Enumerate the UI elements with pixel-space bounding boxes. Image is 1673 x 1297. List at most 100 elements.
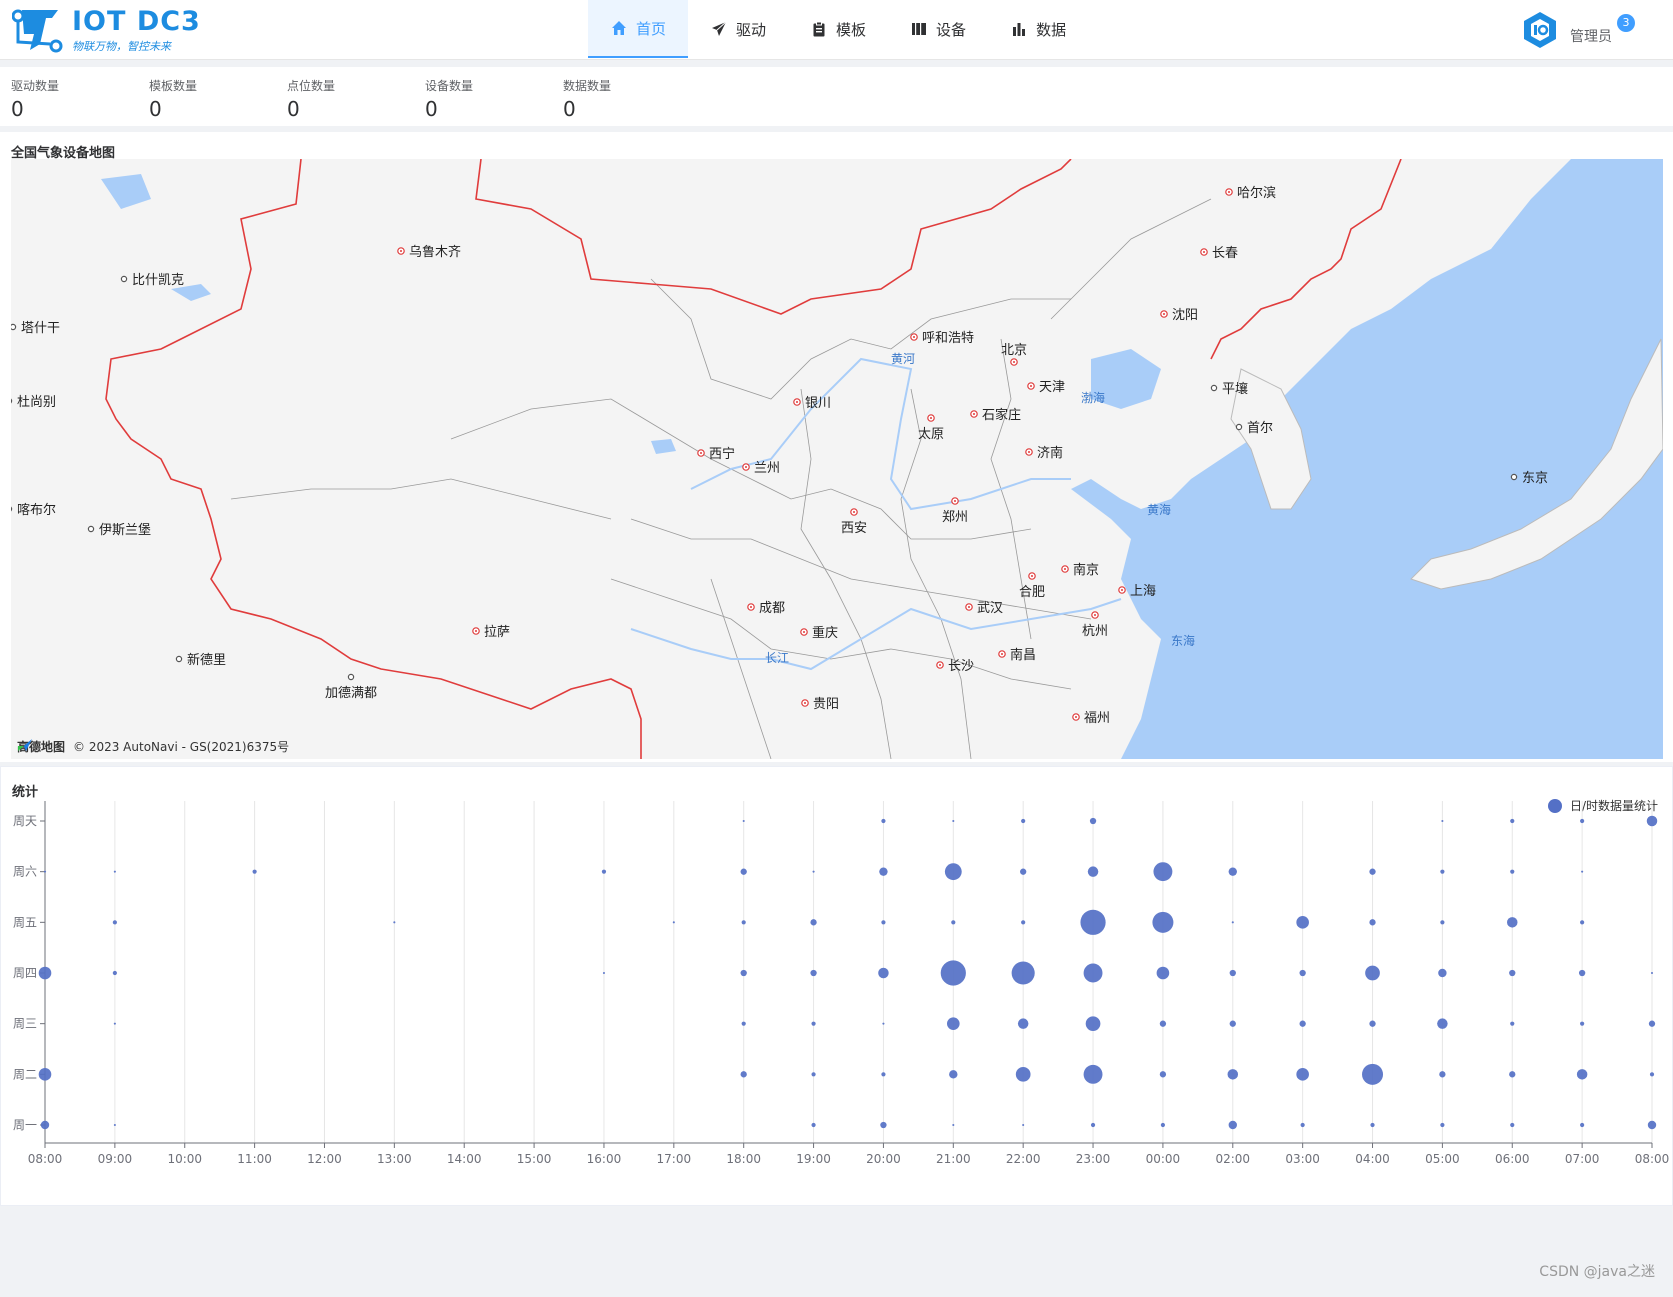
bubble-point[interactable] [740, 969, 747, 977]
bubble-point[interactable] [113, 1022, 116, 1025]
bubble-point[interactable] [1438, 968, 1447, 978]
city-marker[interactable]: 平壤 [1210, 381, 1248, 397]
bubble-point[interactable] [741, 920, 746, 925]
bubble-point[interactable] [1580, 920, 1585, 925]
city-marker[interactable]: 拉萨 [472, 625, 510, 640]
city-marker[interactable]: 喀布尔 [11, 502, 56, 518]
city-marker[interactable]: 重庆 [800, 625, 838, 641]
city-marker[interactable]: 武汉 [965, 601, 1003, 616]
city-marker[interactable]: 贵阳 [801, 697, 839, 712]
bubble-point[interactable] [1650, 971, 1654, 975]
bubble-point[interactable] [1299, 1020, 1306, 1027]
bubble-point[interactable] [38, 966, 52, 980]
city-marker[interactable]: 石家庄 [970, 407, 1021, 423]
bubble-point[interactable] [40, 1120, 50, 1130]
city-marker[interactable]: 太原 [918, 414, 944, 442]
china-map[interactable]: 乌鲁木齐 比什凯克 塔什干 杜尚别 喀布尔 伊斯兰堡 新德里 加德满都 拉萨 西宁 兰州 银川 呼和浩特… [11, 159, 1663, 759]
bubble-point[interactable] [880, 1121, 887, 1129]
city-marker[interactable]: 伊斯兰堡 [87, 522, 151, 538]
bubble-point[interactable] [951, 920, 956, 925]
bubble-point[interactable] [944, 863, 962, 881]
bubble-point[interactable] [1228, 1120, 1237, 1130]
bubble-point[interactable] [1022, 1123, 1025, 1127]
bubble-point[interactable] [810, 919, 817, 926]
nav-item-driver[interactable]: 驱动 [688, 0, 788, 58]
bubble-point[interactable] [1020, 868, 1027, 875]
bubble-point[interactable] [1299, 969, 1306, 977]
city-marker[interactable]: 塔什干 [11, 321, 60, 336]
bubble-point[interactable] [1646, 815, 1658, 827]
bubble-point[interactable] [1369, 868, 1376, 875]
city-marker[interactable]: 沈阳 [1160, 308, 1198, 323]
bubble-point[interactable] [113, 870, 116, 873]
bubble-point[interactable] [1011, 961, 1035, 985]
bubble-chart[interactable]: 08:00 09:00 10:00 11:00 12:00 13:00 14:00 15:00… [1, 767, 1672, 1205]
bubble-point[interactable] [1015, 1066, 1031, 1082]
city-marker[interactable]: 银川 [793, 396, 831, 411]
bubble-point[interactable] [1090, 1122, 1096, 1128]
bubble-point[interactable] [1510, 1021, 1515, 1026]
bubble-point[interactable] [810, 969, 817, 977]
city-marker[interactable]: 东京 [1510, 471, 1548, 486]
city-marker[interactable]: 郑州 [942, 497, 968, 525]
bubble-point[interactable] [1021, 818, 1026, 824]
bubble-point[interactable] [1509, 969, 1516, 977]
city-marker[interactable]: 长沙 [936, 659, 974, 674]
bubble-point[interactable] [1083, 1064, 1103, 1084]
bubble-point[interactable] [1227, 1069, 1239, 1080]
nav-item-data[interactable]: 数据 [988, 0, 1088, 58]
bubble-point[interactable] [1510, 869, 1515, 874]
city-marker[interactable]: 比什凯克 [120, 273, 184, 288]
bubble-point[interactable] [1083, 963, 1103, 983]
bubble-point[interactable] [38, 1068, 52, 1081]
nav-item-home[interactable]: 首页 [588, 0, 689, 58]
bubble-point[interactable] [1441, 819, 1444, 823]
bubble-point[interactable] [1365, 965, 1380, 981]
bubble-point[interactable] [1228, 867, 1237, 876]
bubble-point[interactable] [1507, 917, 1518, 928]
bubble-point[interactable] [1369, 1020, 1376, 1027]
bubble-point[interactable] [1152, 911, 1174, 933]
bubble-point[interactable] [811, 1122, 816, 1128]
nav-item-template[interactable]: 模板 [788, 0, 888, 58]
bubble-point[interactable] [882, 1022, 885, 1025]
bubble-point[interactable] [1231, 921, 1234, 924]
bubble-point[interactable] [112, 920, 117, 925]
city-marker[interactable]: 长春 [1200, 246, 1238, 261]
bubble-point[interactable] [1156, 966, 1170, 980]
city-marker[interactable]: 加德满都 [325, 673, 377, 701]
bubble-point[interactable] [1510, 818, 1515, 824]
bubble-point[interactable] [740, 868, 747, 875]
city-marker[interactable]: 北京 [1001, 343, 1027, 366]
bubble-point[interactable] [742, 819, 745, 823]
bubble-point[interactable] [811, 1072, 816, 1077]
city-marker[interactable]: 西安 [841, 508, 867, 536]
bubble-point[interactable] [1159, 1020, 1167, 1027]
bubble-point[interactable] [1369, 919, 1376, 926]
bubble-point[interactable] [881, 920, 886, 925]
bubble-point[interactable] [741, 1021, 746, 1026]
bubble-point[interactable] [1021, 920, 1026, 925]
bubble-point[interactable] [1580, 1122, 1585, 1128]
bubble-point[interactable] [1580, 818, 1585, 824]
city-marker[interactable]: 杜尚别 [11, 395, 56, 410]
app-logo[interactable]: IOT DC3 物联万物，智控未来 [11, 4, 202, 56]
bubble-point[interactable] [1440, 920, 1445, 925]
city-marker[interactable]: 首尔 [1235, 421, 1273, 436]
bubble-point[interactable] [1580, 1021, 1585, 1026]
bubble-point[interactable] [1437, 1018, 1448, 1029]
bubble-point[interactable] [940, 960, 966, 986]
bubble-point[interactable] [1510, 1122, 1515, 1128]
user-menu[interactable]: 管理员 3 [1520, 10, 1635, 50]
bubble-point[interactable] [672, 921, 675, 924]
bubble-point[interactable] [740, 1071, 747, 1078]
bubble-point[interactable] [1229, 969, 1236, 977]
bubble-point[interactable] [1647, 1120, 1657, 1130]
bubble-point[interactable] [393, 921, 396, 924]
bubble-point[interactable] [112, 970, 117, 976]
bubble-point[interactable] [1229, 1020, 1236, 1027]
bubble-point[interactable] [879, 867, 888, 876]
bubble-point[interactable] [252, 869, 257, 874]
bubble-point[interactable] [1159, 1071, 1167, 1078]
bubble-point[interactable] [1440, 1122, 1445, 1128]
